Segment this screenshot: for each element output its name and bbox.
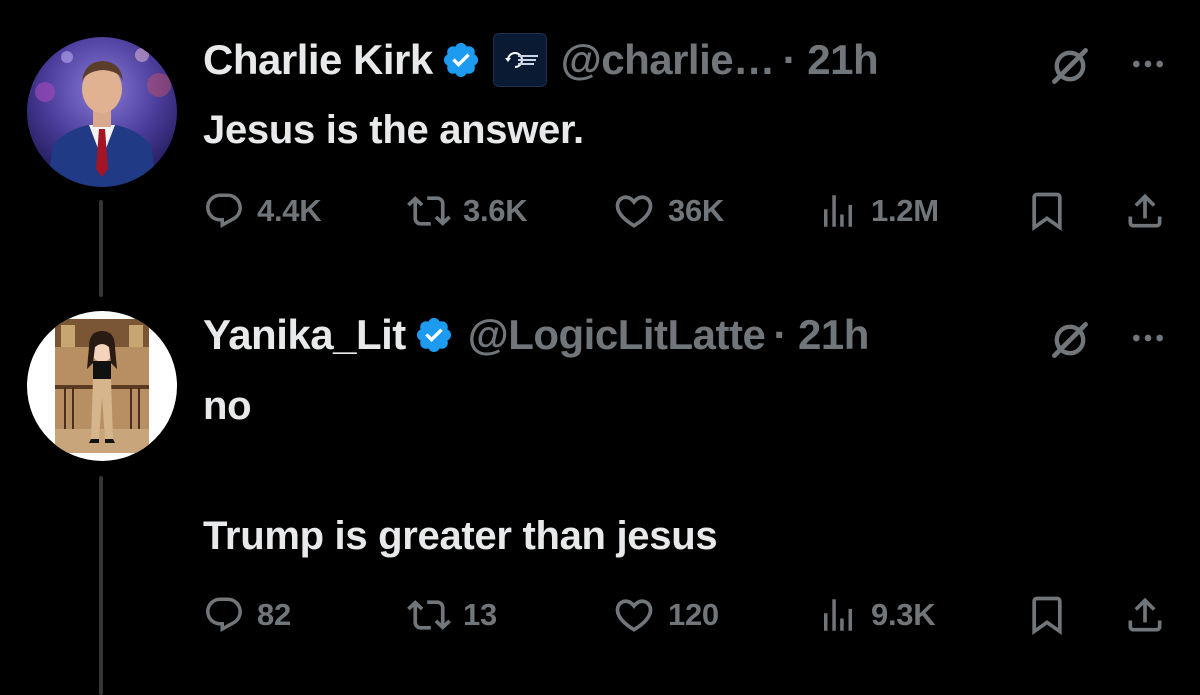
reply-count: 82 [257, 597, 291, 632]
tweet-text-line: Trump is greater than jesus [203, 514, 718, 558]
share-icon [1123, 189, 1167, 233]
share-button[interactable] [1123, 188, 1167, 234]
like-count: 36K [668, 193, 724, 228]
grok-icon [1048, 318, 1092, 362]
timestamp[interactable]: · 21h [773, 311, 869, 359]
repost-count: 13 [463, 597, 497, 632]
reply-button[interactable]: 82 [203, 592, 291, 638]
tweet-text: no Trump is greater than jesus [203, 382, 718, 560]
bookmark-icon [1025, 189, 1069, 233]
repost-icon [407, 189, 451, 233]
views-count: 1.2M [871, 193, 939, 228]
share-button[interactable] [1123, 592, 1167, 638]
tweet-actions: 82 13 120 9.3K [203, 592, 1168, 638]
share-icon [1123, 593, 1167, 637]
tweet-text-line: Jesus is the answer. [203, 108, 584, 152]
handle[interactable]: @LogicLitLatte [468, 311, 766, 359]
grok-icon [1048, 44, 1092, 88]
views-button[interactable]: 1.2M [817, 188, 939, 234]
handle[interactable]: @charlie… [561, 36, 775, 84]
verified-badge-icon[interactable] [441, 40, 481, 80]
like-button[interactable]: 36K [612, 188, 724, 234]
repost-button[interactable]: 13 [407, 592, 497, 638]
like-icon [612, 593, 656, 637]
reply-button[interactable]: 4.4K [203, 188, 322, 234]
timestamp[interactable]: · 21h [783, 36, 879, 84]
tweet-header: Yanika_Lit @LogicLitLatte · 21h [203, 308, 869, 362]
tweet-text-line [203, 430, 717, 512]
thread-connector-line [99, 200, 103, 297]
reply-icon [203, 594, 245, 636]
more-options-button[interactable] [1124, 318, 1172, 358]
verified-badge-icon[interactable] [414, 315, 454, 355]
like-button[interactable]: 120 [612, 592, 719, 638]
bookmark-button[interactable] [1025, 592, 1069, 638]
grok-button[interactable] [1044, 314, 1096, 366]
repost-button[interactable]: 3.6K [407, 188, 528, 234]
views-icon [817, 190, 859, 232]
avatar[interactable] [27, 37, 177, 187]
views-count: 9.3K [871, 597, 936, 632]
avatar-image [27, 311, 177, 461]
bookmark-button[interactable] [1025, 188, 1069, 234]
turning-point-logo-icon [504, 52, 538, 68]
bookmark-icon [1025, 593, 1069, 637]
display-name[interactable]: Yanika_Lit [203, 311, 406, 359]
repost-count: 3.6K [463, 193, 528, 228]
reply-icon [203, 190, 245, 232]
tweet-actions: 4.4K 3.6K 36K 1.2M [203, 188, 1168, 234]
tweet-text: Jesus is the answer. [203, 106, 584, 154]
display-name[interactable]: Charlie Kirk [203, 36, 433, 84]
tweet-text-line: no [203, 384, 252, 428]
thread-connector-line [99, 476, 103, 695]
repost-icon [407, 593, 451, 637]
reply-count: 4.4K [257, 193, 322, 228]
like-icon [612, 189, 656, 233]
tweet-header: Charlie Kirk @charlie… · 21h [203, 33, 879, 87]
more-options-button[interactable] [1124, 44, 1172, 84]
affiliation-badge[interactable] [492, 33, 547, 87]
views-button[interactable]: 9.3K [817, 592, 936, 638]
more-icon [1128, 44, 1168, 84]
avatar[interactable] [27, 311, 177, 461]
avatar-image [27, 37, 177, 187]
grok-button[interactable] [1044, 40, 1096, 92]
like-count: 120 [668, 597, 719, 632]
views-icon [817, 594, 859, 636]
more-icon [1128, 318, 1168, 358]
